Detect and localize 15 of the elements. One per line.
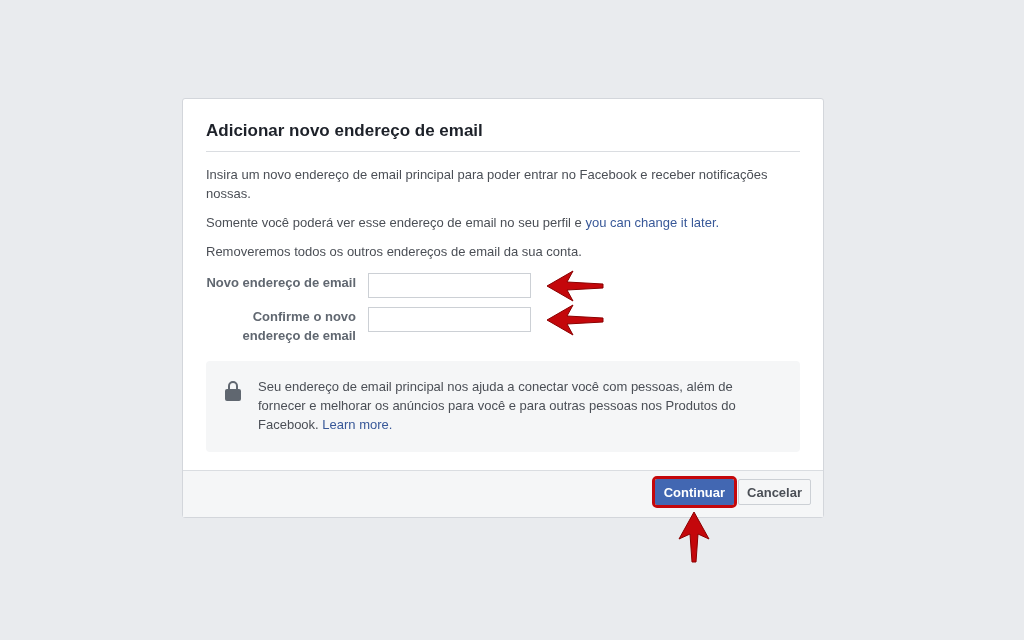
- lock-icon: [224, 380, 242, 401]
- cancel-button[interactable]: Cancelar: [738, 479, 811, 505]
- info-text: Seu endereço de email principal nos ajuda a conectar você com pessoas, além de fornecer e melhorar os anúncios para você e para outras pessoas nos Produtos do Facebook. Learn more.: [258, 378, 737, 434]
- continue-button[interactable]: Continuar: [654, 479, 735, 505]
- description-text: Somente você poderá ver esse endereço de email no seu perfil e you can change it later.: [206, 214, 721, 232]
- dialog-title: Adicionar novo endereço de email: [206, 121, 800, 152]
- field-label: Novo endereço de email: [206, 274, 356, 292]
- field-label: Confirme o novo endereço de email: [241, 308, 356, 345]
- description-text: Removeremos todos os outros endereços de email da sua conta.: [206, 243, 583, 261]
- email-field[interactable]: [368, 273, 531, 298]
- learn-more-link[interactable]: Learn more.: [322, 417, 393, 432]
- arrow-icon: [677, 511, 712, 563]
- email-field[interactable]: [368, 307, 531, 332]
- change-later-link[interactable]: you can change it later.: [585, 215, 720, 230]
- description-text: Insira um novo endereço de email principal para poder entrar no Facebook e receber notificações nossas.: [206, 166, 769, 203]
